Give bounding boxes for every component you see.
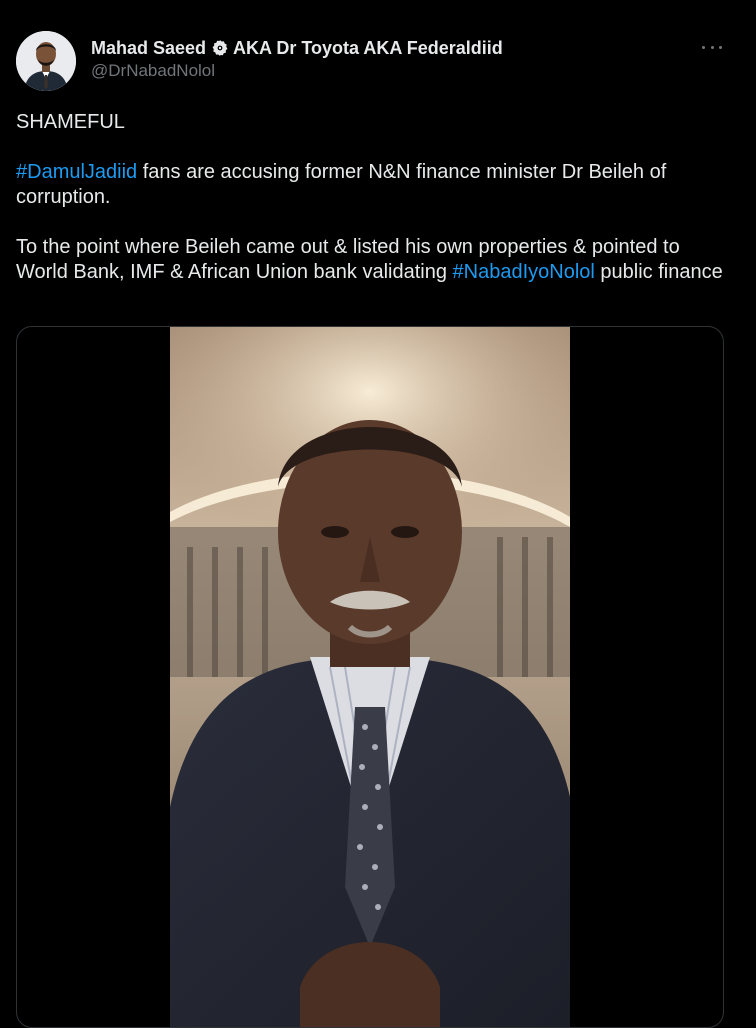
avatar[interactable] xyxy=(16,31,76,91)
post-paragraph-2: #DamulJadiid fans are accusing former N&… xyxy=(16,160,732,210)
post-text: SHAMEFUL #DamulJadiid fans are accusing … xyxy=(16,110,732,285)
user-handle[interactable]: @DrNabadNolol xyxy=(91,61,696,81)
video-thumbnail xyxy=(170,327,570,1027)
post-paragraph-3: To the point where Beileh came out & lis… xyxy=(16,235,732,285)
post-text-span: public finance xyxy=(594,261,723,283)
name-row: Mahad Saeed AKA Dr Toyota AKA Federaldii… xyxy=(91,36,696,60)
alias-text: AKA Dr Toyota AKA Federaldiid xyxy=(233,37,503,58)
display-name[interactable]: Mahad Saeed xyxy=(91,38,206,59)
post: Mahad Saeed AKA Dr Toyota AKA Federaldii… xyxy=(0,0,756,1028)
dot xyxy=(719,45,722,49)
hashtag-link[interactable]: #NabadIyoNolol xyxy=(453,261,595,283)
post-header: Mahad Saeed AKA Dr Toyota AKA Federaldii… xyxy=(91,36,696,81)
more-dots-icon[interactable] xyxy=(702,38,722,56)
video-frame[interactable] xyxy=(170,327,570,1027)
dot xyxy=(710,45,714,49)
verified-badge-icon xyxy=(211,39,229,57)
hashtag-link[interactable]: #DamulJadiid xyxy=(16,161,137,183)
video-player[interactable] xyxy=(16,326,724,1028)
dot xyxy=(702,45,705,49)
post-line-1: SHAMEFUL xyxy=(16,111,125,133)
avatar-image xyxy=(16,31,76,91)
